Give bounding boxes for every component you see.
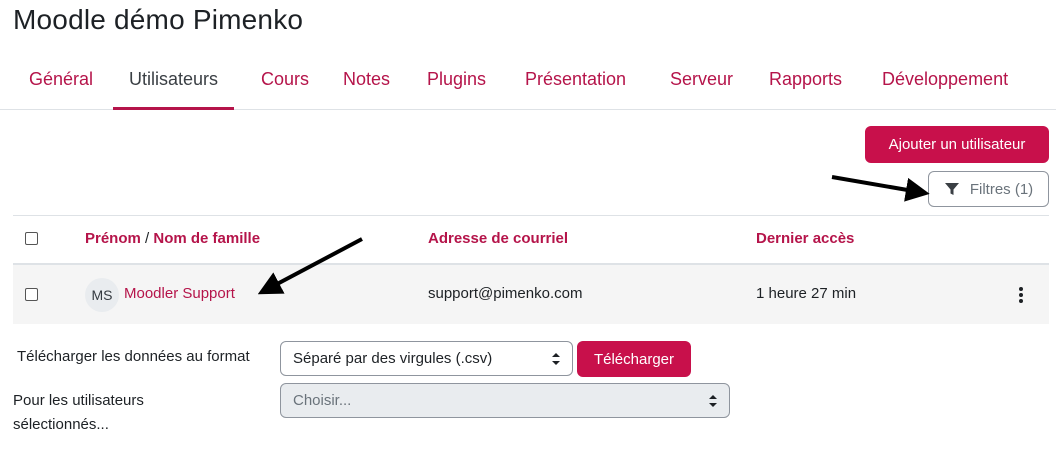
column-header-email[interactable]: Adresse de courriel: [428, 230, 568, 247]
select-all-checkbox[interactable]: [25, 232, 38, 245]
select-caret-icon: [552, 353, 560, 365]
tab-server[interactable]: Serveur: [670, 55, 733, 110]
bulk-action-select[interactable]: Choisir...: [280, 383, 730, 418]
add-user-button[interactable]: Ajouter un utilisateur: [865, 126, 1049, 163]
user-name-link[interactable]: Moodler Support: [124, 285, 235, 302]
column-header-last-access[interactable]: Dernier accès: [756, 230, 854, 247]
column-header-name: Prénom / Nom de famille: [85, 230, 260, 247]
tab-plugins[interactable]: Plugins: [427, 55, 486, 110]
download-format-value: Séparé par des virgules (.csv): [293, 350, 493, 367]
tab-courses[interactable]: Cours: [261, 55, 309, 110]
tab-appearance[interactable]: Présentation: [525, 55, 626, 110]
bulk-action-label: Pour les utilisateurs sélectionnés...: [13, 392, 144, 433]
filter-icon: [944, 183, 959, 195]
row-checkbox[interactable]: [25, 288, 38, 301]
header-separator: /: [145, 230, 150, 247]
tab-general[interactable]: Général: [29, 55, 93, 110]
admin-tabs: Général Utilisateurs Cours Notes Plugins…: [0, 55, 1056, 110]
arrow-to-filters: [831, 175, 930, 202]
user-last-access: 1 heure 27 min: [756, 285, 857, 302]
download-format-select[interactable]: Séparé par des virgules (.csv): [280, 341, 573, 376]
filters-button-label: Filtres (1): [969, 180, 1034, 198]
tab-grades[interactable]: Notes: [343, 55, 390, 110]
download-format-label: Télécharger les données au format: [17, 348, 250, 365]
download-button[interactable]: Télécharger: [577, 341, 691, 377]
tab-development[interactable]: Développement: [882, 55, 1008, 110]
user-email: support@pimenko.com: [428, 285, 583, 302]
select-caret-icon: [709, 395, 717, 407]
tab-users[interactable]: Utilisateurs: [113, 55, 235, 110]
kebab-menu-icon[interactable]: [1012, 284, 1030, 306]
tab-reports[interactable]: Rapports: [769, 55, 842, 110]
page-title: Moodle démo Pimenko: [13, 4, 304, 35]
table-top-border: [13, 215, 1049, 216]
filters-button[interactable]: Filtres (1): [928, 171, 1049, 207]
sort-lastname-link[interactable]: Nom de famille: [153, 230, 260, 247]
sort-firstname-link[interactable]: Prénom: [85, 230, 141, 247]
avatar: MS: [85, 278, 119, 312]
bulk-action-placeholder: Choisir...: [293, 392, 352, 409]
